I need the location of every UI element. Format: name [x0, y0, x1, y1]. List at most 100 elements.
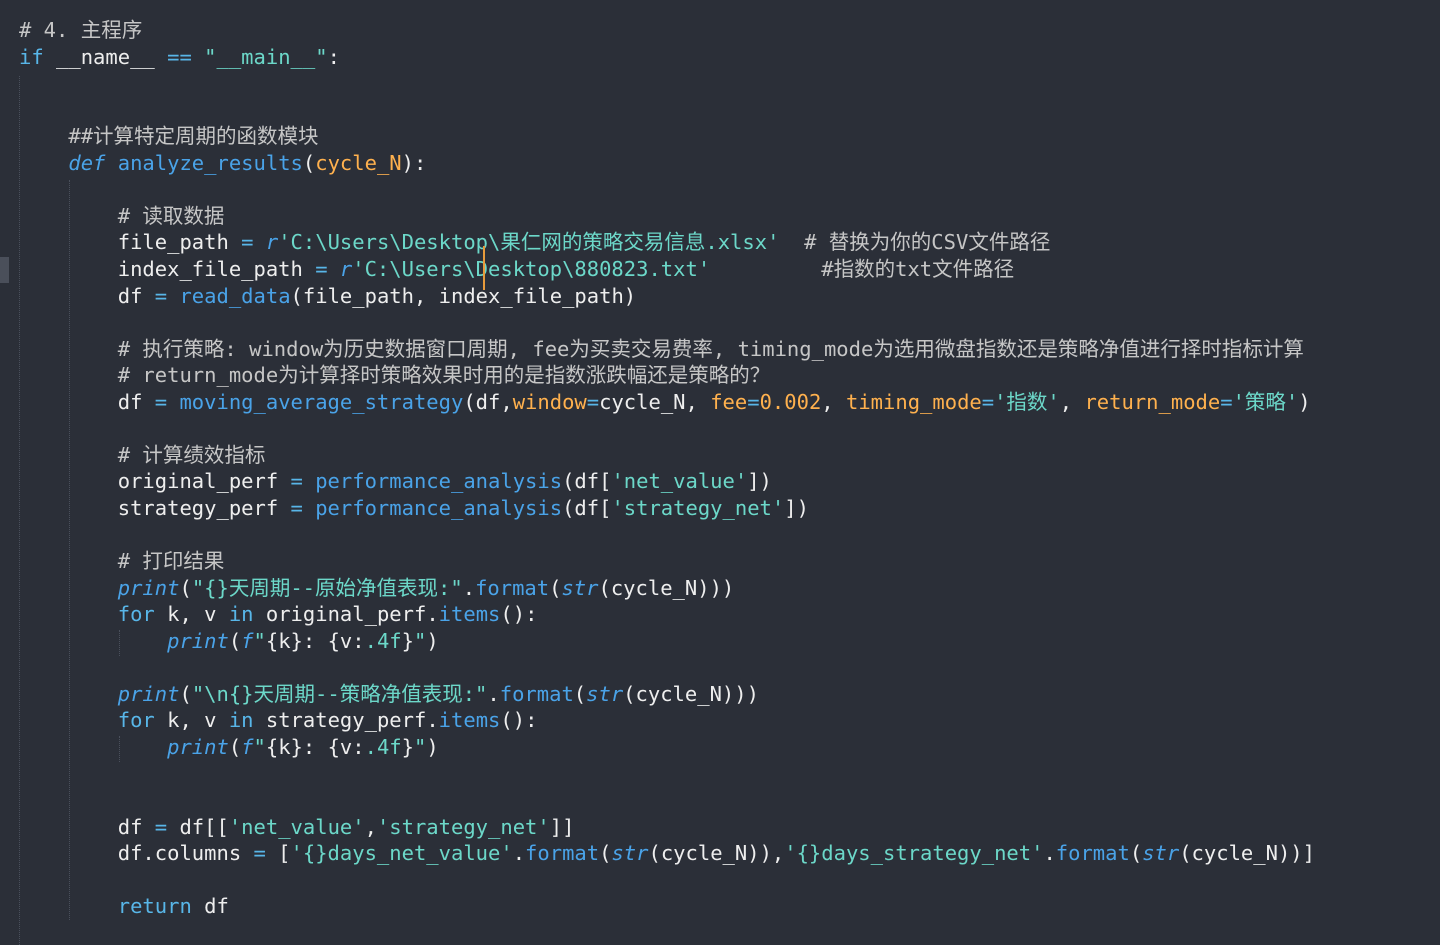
code-token: for [117, 708, 155, 733]
code-token: 'C:\Users\Desktop\果仁网的策略交易信息.xlsx' [278, 230, 780, 255]
code-line[interactable]: df.columns = ['{}days_net_value'.format(… [19, 840, 1315, 866]
code-token: ( [179, 575, 192, 600]
code-token: format [475, 575, 550, 600]
code-line[interactable]: return df [19, 893, 229, 919]
code-line[interactable]: ##计算特定周期的函数模块 [19, 123, 318, 149]
code-token: timing_mode [845, 389, 982, 414]
code-token: # 执行策略: window为历史数据窗口周期, fee为买卖交易费率, tim… [117, 336, 1304, 361]
code-line[interactable]: print("\n{}天周期--策略净值表现:".format(str(cycl… [19, 681, 759, 707]
code-token: ( [228, 734, 242, 759]
code-token: if [19, 44, 44, 69]
code-token: (df[ [562, 495, 612, 520]
code-token: ) [426, 628, 439, 653]
code-line[interactable]: index_file_path = r'C:\Users\Desktop\880… [19, 256, 1014, 282]
code-token: "__main__" [204, 44, 328, 69]
code-token: " [413, 734, 427, 759]
code-line[interactable]: df = read_data(file_path, index_file_pat… [19, 283, 636, 309]
code-token: moving_average_strategy [179, 389, 464, 414]
code-token: # 计算绩效指标 [117, 442, 266, 467]
code-token: = [586, 389, 600, 414]
code-token: ( [228, 628, 242, 653]
code-token: = [981, 389, 995, 414]
code-token: # 读取数据 [117, 203, 225, 228]
code-token: {k}: {v: [265, 734, 365, 759]
code-token: } [401, 734, 414, 759]
code-token: = [315, 256, 328, 281]
code-line[interactable]: print(f"{k}: {v:.4f}") [19, 628, 439, 654]
code-token: f [241, 628, 254, 653]
code-line[interactable]: # 读取数据 [19, 203, 225, 229]
code-token: original_perf. [253, 602, 439, 627]
code-line[interactable]: # 打印结果 [19, 548, 225, 574]
code-token: print [117, 681, 180, 706]
code-token: 'strategy_net' [376, 814, 550, 839]
code-line[interactable]: file_path = r'C:\Users\Desktop\果仁网的策略交易信… [19, 229, 1051, 255]
code-token: # 替换为你的CSV文件路径 [804, 230, 1051, 255]
code-token: '{}days_net_value' [290, 841, 513, 866]
code-token: " [253, 734, 266, 759]
code-token: r [265, 230, 279, 255]
code-token: (cycle_N)), [648, 841, 785, 866]
code-line[interactable]: df = moving_average_strategy(df,window=c… [19, 389, 1311, 415]
code-token: "{}天周期--原始净值表现:" [191, 575, 463, 600]
code-line[interactable]: print(f"{k}: {v:.4f}") [19, 734, 439, 760]
code-line[interactable]: original_perf = performance_analysis(df[… [19, 468, 772, 494]
code-line[interactable]: df = df[['net_value','strategy_net']] [19, 814, 575, 840]
code-line[interactable]: # 4. 主程序 [19, 17, 142, 43]
code-token: original_perf [19, 469, 291, 494]
code-line[interactable]: strategy_perf = performance_analysis(df[… [19, 495, 809, 521]
code-token: ( [179, 681, 192, 706]
code-line[interactable]: if __name__ == "__main__": [19, 44, 340, 70]
code-token: k, v [154, 708, 229, 733]
code-token: in [228, 602, 254, 627]
code-token: str [611, 841, 649, 866]
code-line[interactable]: # 执行策略: window为历史数据窗口周期, fee为买卖交易费率, tim… [19, 336, 1304, 362]
code-line[interactable]: for k, v in strategy_perf.items(): [19, 707, 538, 733]
code-token: , [821, 389, 846, 414]
code-token: analyze_results [117, 150, 303, 175]
code-editor[interactable]: # 4. 主程序 if __name__ == "__main__": ##计算特… [0, 0, 1440, 945]
code-token: ( [302, 150, 316, 175]
code-token: ) [426, 734, 439, 759]
code-token: '{}days_strategy_net' [784, 841, 1044, 866]
code-token: str [1142, 841, 1180, 866]
code-token: .4f [364, 734, 402, 759]
code-line[interactable]: # return_mode为计算择时策略效果时用的是指数涨跌幅还是策略的？ [19, 362, 770, 388]
code-token: strategy_perf [19, 495, 291, 520]
code-token: . [487, 681, 500, 706]
code-token: items [438, 708, 501, 733]
code-token: return [117, 894, 192, 919]
code-token: " [253, 628, 266, 653]
code-token: r [339, 256, 353, 281]
code-line[interactable]: for k, v in original_perf.items(): [19, 601, 538, 627]
code-token: . [512, 841, 526, 866]
text-cursor [483, 246, 485, 290]
code-token: (cycle_N))) [623, 681, 759, 706]
code-token: df [19, 389, 155, 414]
code-token: ( [549, 575, 562, 600]
code-token: # 4. 主程序 [19, 18, 143, 42]
code-token: window [512, 389, 587, 414]
code-token: (): [500, 708, 538, 733]
code-token: '策略' [1232, 389, 1299, 414]
code-token: ]) [784, 495, 809, 520]
code-line[interactable]: # 计算绩效指标 [19, 442, 266, 468]
code-line[interactable]: def analyze_results(cycle_N): [19, 150, 426, 176]
code-token: 'net_value' [611, 469, 748, 494]
code-token: items [438, 602, 501, 627]
code-token: print [167, 734, 229, 759]
code-token: ( [573, 681, 587, 706]
code-line[interactable]: print("{}天周期--原始净值表现:".format(str(cycle_… [19, 575, 735, 601]
